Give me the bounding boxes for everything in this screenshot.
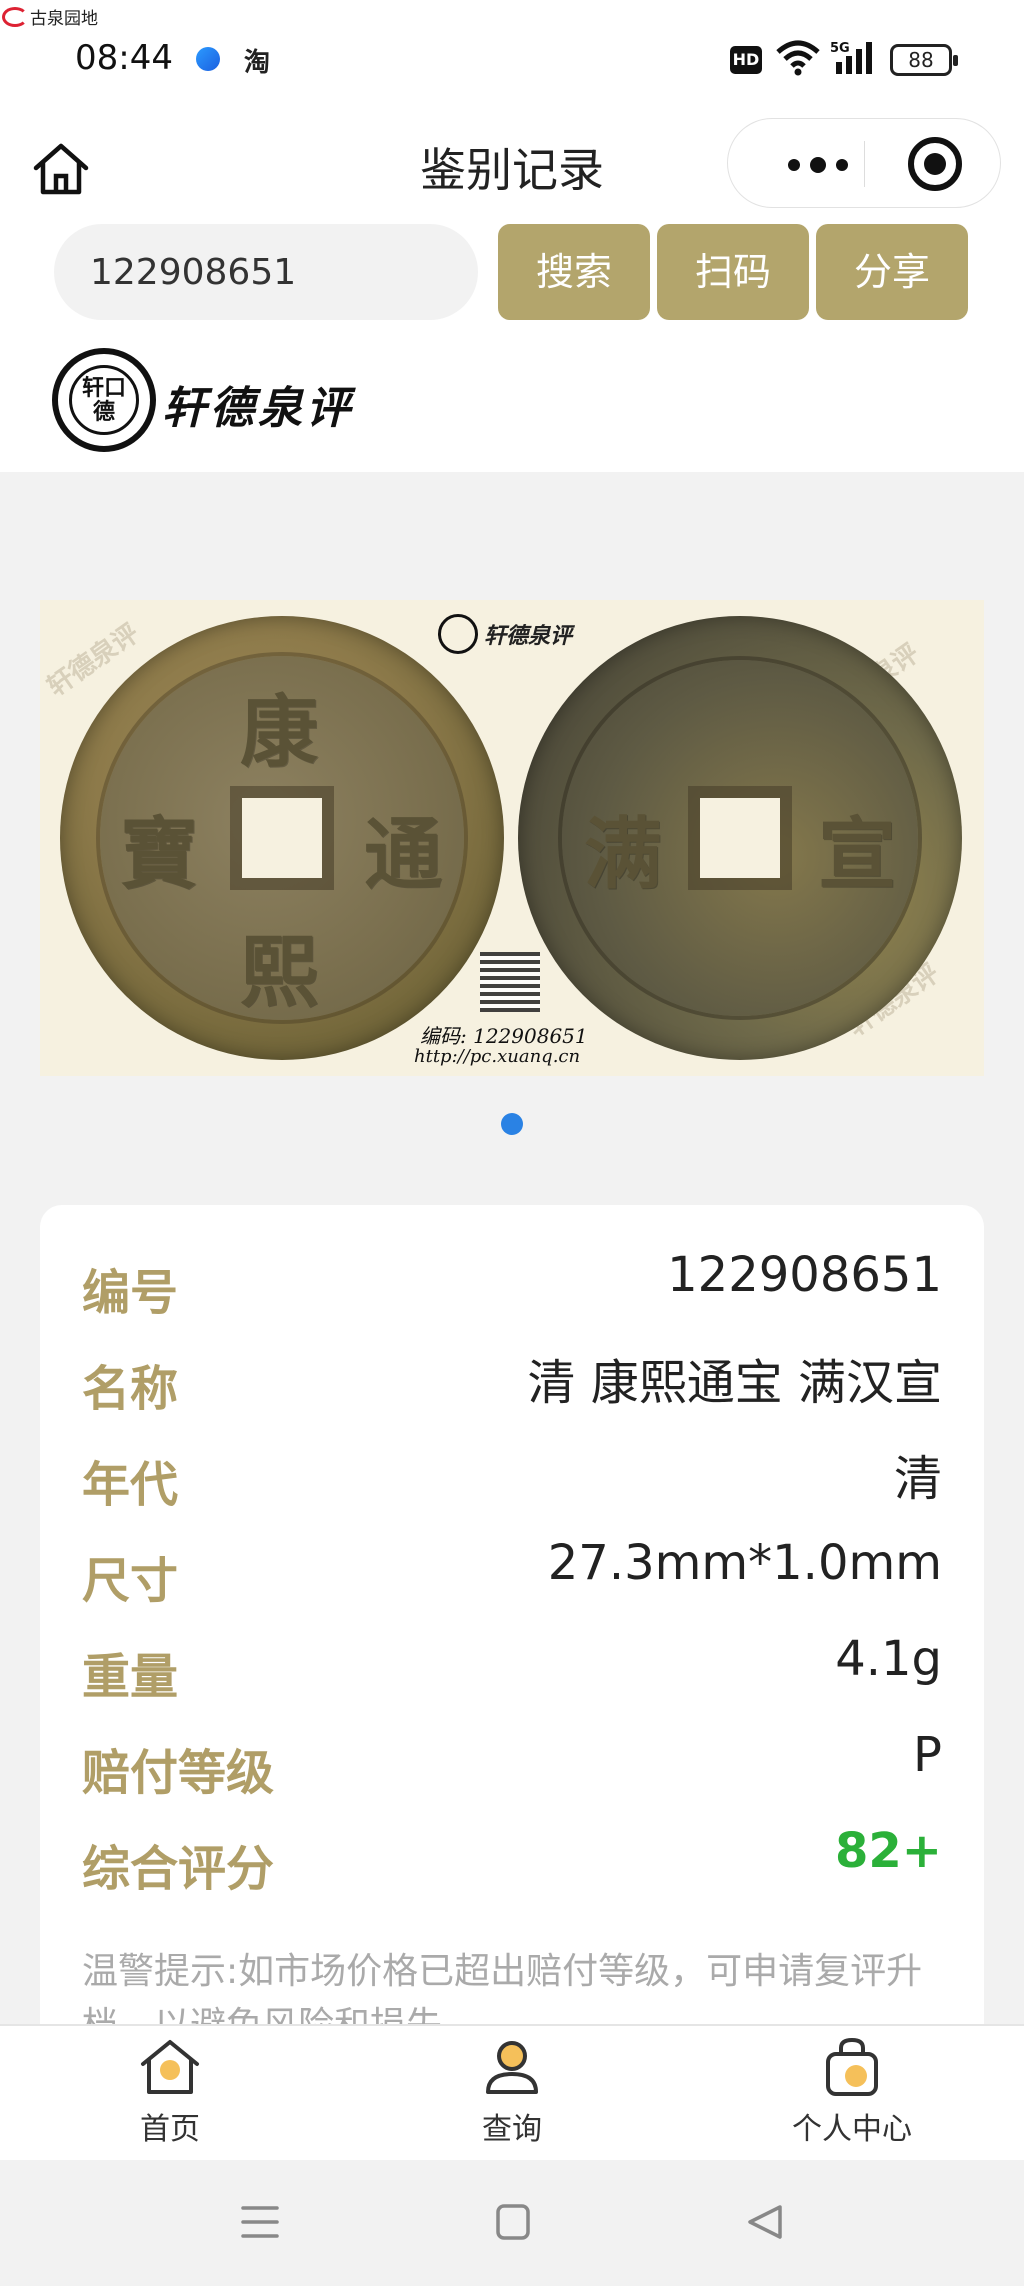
brand-seal-text: 轩口德 [69, 365, 139, 435]
detail-row-size: 尺寸 27.3mm*1.0mm [82, 1529, 942, 1609]
coin-char-right: 通 [364, 809, 443, 900]
bottom-tab-bar: 首页 查询 个人中心 [0, 2024, 1024, 2160]
search-row: 搜索 扫码 分享 [0, 218, 1024, 338]
back-nav-icon[interactable] [746, 2204, 784, 2240]
carousel-indicator-dot[interactable] [501, 1113, 523, 1135]
detail-label: 尺寸 [82, 1553, 179, 1609]
detail-row-name: 名称 清 康熙通宝 满汉宣 [82, 1337, 942, 1417]
detail-label: 赔付等级 [82, 1745, 275, 1801]
tab-profile[interactable]: 个人中心 [762, 2036, 942, 2148]
app-notification-icon [196, 47, 220, 71]
tab-query[interactable]: 查询 [422, 2036, 602, 2148]
coin-square-hole [242, 798, 322, 878]
tab-query-label: 查询 [482, 2112, 542, 2147]
coin-char-right: 宣 [818, 809, 897, 900]
detail-value: 122908651 [667, 1247, 942, 1303]
detail-value: 27.3mm*1.0mm [547, 1535, 942, 1591]
search-button[interactable]: 搜索 [498, 224, 650, 320]
tab-home[interactable]: 首页 [80, 2036, 260, 2148]
user-tab-icon [486, 2041, 538, 2094]
photo-url-text: http://pc.xuanq.cn [414, 1046, 581, 1067]
photo-brand-text: 轩德泉评 [484, 624, 573, 649]
detail-label: 重量 [82, 1649, 179, 1705]
brand-seal-logo: 轩口德 [52, 348, 156, 452]
bag-tab-icon [826, 2037, 878, 2096]
detail-row-compensation: 赔付等级 P [82, 1721, 942, 1801]
status-bar: 古泉园地 08:44 淘 HD 5G 88 [0, 0, 1024, 118]
detail-row-id: 编号 122908651 [82, 1241, 942, 1321]
mini-program-capsule [727, 118, 1001, 208]
battery-icon: 88 [890, 44, 958, 76]
brand-row: 轩口德 轩德泉评 [0, 338, 1024, 472]
watermark-text: 古泉园地 [30, 9, 98, 29]
title-bar: 鉴别记录 [0, 118, 1024, 218]
taobao-notification-icon: 淘 [244, 48, 271, 78]
search-input[interactable] [54, 224, 478, 320]
coin-obverse: 康 熙 通 寶 [60, 616, 504, 1060]
network-type: 5G [830, 41, 850, 56]
photo-code-text: 编码: 122908651 [420, 1024, 588, 1048]
menu-nav-icon[interactable] [241, 2204, 279, 2240]
status-time: 08:44 [75, 38, 173, 78]
hd-icon: HD [730, 46, 762, 74]
detail-value: 清 [893, 1451, 942, 1507]
detail-label: 综合评分 [82, 1841, 275, 1897]
home-nav-icon[interactable] [496, 2204, 530, 2240]
detail-label: 年代 [82, 1457, 179, 1513]
detail-label: 名称 [82, 1361, 179, 1417]
home-tab-icon [141, 2040, 199, 2094]
score-value: 82+ [834, 1823, 942, 1879]
tab-home-label: 首页 [140, 2112, 200, 2147]
watermark-swirl-icon [2, 6, 28, 27]
brand-name: 轩德泉评 [162, 383, 354, 434]
page: 古泉园地 08:44 淘 HD 5G 88 鉴别记录 122908651 搜索 … [0, 0, 1024, 2286]
coin-square-hole [700, 798, 780, 878]
detail-value: P [913, 1727, 942, 1783]
scan-button[interactable]: 扫码 [657, 224, 809, 320]
coin-photo[interactable]: 轩德泉评 轩德泉评 轩德泉评 轩德泉评 轩德泉评 轩德泉评 康 熙 通 寶 宣 … [40, 600, 984, 1076]
photo-seal-icon [438, 614, 478, 654]
home-icon[interactable] [30, 138, 92, 200]
coin-char-left: 满 [584, 809, 663, 900]
detail-row-weight: 重量 4.1g [82, 1625, 942, 1705]
coin-reverse: 宣 满 [518, 616, 962, 1060]
signal-icon: 5G [830, 41, 872, 74]
detail-value: 4.1g [835, 1631, 942, 1687]
coin-char-left: 寶 [120, 809, 199, 900]
capsule-divider [864, 141, 865, 187]
tab-profile-label: 个人中心 [792, 2112, 912, 2147]
more-menu-icon[interactable] [768, 145, 868, 185]
watermark-logo: 古泉园地 [2, 4, 98, 29]
detail-value: 清 康熙通宝 满汉宣 [527, 1355, 942, 1411]
detail-row-score: 综合评分 82+ [82, 1817, 942, 1897]
detail-label: 编号 [82, 1265, 179, 1321]
detail-card: 编号 122908651 名称 清 康熙通宝 满汉宣 年代 清 尺寸 27.3m… [40, 1205, 984, 2105]
coin-char-bottom: 熙 [240, 927, 319, 1018]
wifi-icon [776, 40, 820, 76]
photo-brand-stamp: 轩德泉评 [438, 614, 572, 654]
qr-code-icon [480, 952, 540, 1012]
close-miniprogram-icon[interactable] [908, 137, 962, 191]
coin-char-top: 康 [240, 687, 319, 778]
detail-row-era: 年代 清 [82, 1433, 942, 1513]
system-nav-bar [0, 2160, 1024, 2286]
share-button[interactable]: 分享 [816, 224, 968, 320]
